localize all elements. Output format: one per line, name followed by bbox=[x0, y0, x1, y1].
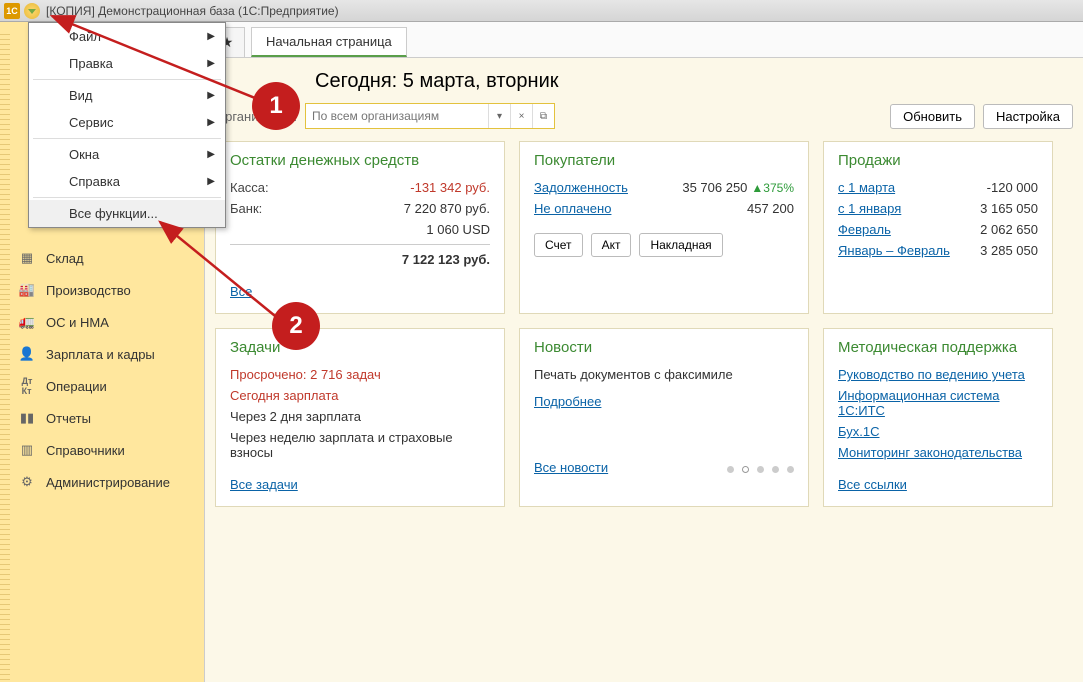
submenu-arrow-icon: ▶ bbox=[207, 176, 215, 187]
combo-open-icon[interactable]: ⧉ bbox=[532, 104, 554, 128]
sidebar-item-warehouse[interactable]: ▦Склад bbox=[0, 242, 204, 274]
operations-icon: ДтКт bbox=[18, 378, 36, 394]
organization-input[interactable] bbox=[306, 104, 488, 128]
card-balances: Остатки денежных средств Касса:-131 342 … bbox=[215, 141, 505, 314]
menu-view[interactable]: Вид▶ bbox=[29, 82, 225, 109]
method-its-link[interactable]: Информационная система 1С:ИТС bbox=[838, 388, 1038, 418]
schet-button[interactable]: Счет bbox=[534, 233, 583, 257]
person-icon: 👤 bbox=[18, 346, 36, 362]
news-pager-dots[interactable] bbox=[727, 466, 794, 473]
sales-feb-link[interactable]: Февраль bbox=[838, 222, 891, 237]
combo-clear-icon[interactable]: × bbox=[510, 104, 532, 128]
card-method-support: Методическая поддержка Руководство по ве… bbox=[823, 328, 1053, 507]
menu-edit[interactable]: Правка▶ bbox=[29, 50, 225, 77]
menu-help[interactable]: Справка▶ bbox=[29, 168, 225, 195]
sales-jan-feb-link[interactable]: Январь – Февраль bbox=[838, 243, 950, 258]
organization-combo[interactable]: ▾ × ⧉ bbox=[305, 103, 555, 129]
content-area: Сегодня: 5 марта, вторник Организация: ▾… bbox=[205, 58, 1083, 682]
sidebar-item-assets[interactable]: 🚛ОС и НМА bbox=[0, 306, 204, 338]
card-balances-title: Остатки денежных средств bbox=[230, 152, 490, 169]
card-tasks-title: Задачи bbox=[230, 339, 490, 356]
sales-from-jan1-link[interactable]: с 1 января bbox=[838, 201, 901, 216]
submenu-arrow-icon: ▶ bbox=[207, 31, 215, 42]
card-buyers-title: Покупатели bbox=[534, 152, 794, 169]
sidebar-item-salary[interactable]: 👤Зарплата и кадры bbox=[0, 338, 204, 370]
sidebar-grip bbox=[0, 30, 10, 682]
truck-icon: 🚛 bbox=[18, 314, 36, 330]
tasks-overdue: Просрочено: 2 716 задач bbox=[230, 367, 381, 382]
books-icon: ▥ bbox=[18, 442, 36, 458]
card-sales-title: Продажи bbox=[838, 152, 1038, 169]
tab-start-page[interactable]: Начальная страница bbox=[251, 27, 407, 57]
tasks-in2days: Через 2 дня зарплата bbox=[230, 409, 361, 424]
nakladnaya-button[interactable]: Накладная bbox=[639, 233, 722, 257]
menu-separator bbox=[33, 79, 221, 80]
app-icon-1c: 1C bbox=[4, 3, 20, 19]
balances-all-link[interactable]: Все bbox=[230, 284, 252, 299]
tabbar: ★ Начальная страница bbox=[205, 22, 1083, 58]
menu-all-functions[interactable]: Все функции... bbox=[29, 200, 225, 227]
menu-file[interactable]: Файл▶ bbox=[29, 23, 225, 50]
main-menu-dropdown: Файл▶ Правка▶ Вид▶ Сервис▶ Окна▶ Справка… bbox=[28, 22, 226, 228]
method-all-link[interactable]: Все ссылки bbox=[838, 477, 907, 492]
card-method-title: Методическая поддержка bbox=[838, 339, 1038, 356]
delta-up-badge: ▲375% bbox=[751, 181, 794, 195]
refresh-button[interactable]: Обновить bbox=[890, 104, 975, 129]
annotation-2: 2 bbox=[272, 302, 320, 350]
buyers-unpaid-link[interactable]: Не оплачено bbox=[534, 201, 611, 216]
sidebar-item-production[interactable]: 🏭Производство bbox=[0, 274, 204, 306]
tasks-all-link[interactable]: Все задачи bbox=[230, 477, 298, 492]
news-line: Печать документов с факсимиле bbox=[534, 367, 733, 382]
warehouse-icon: ▦ bbox=[18, 250, 36, 266]
akt-button[interactable]: Акт bbox=[591, 233, 632, 257]
buyers-debt-link[interactable]: Задолженность bbox=[534, 180, 628, 195]
today-heading: Сегодня: 5 марта, вторник bbox=[315, 70, 559, 93]
annotation-1: 1 bbox=[252, 82, 300, 130]
gear-icon: ⚙ bbox=[18, 474, 36, 490]
card-buyers: Покупатели Задолженность35 706 250▲375% … bbox=[519, 141, 809, 314]
sidebar-item-admin[interactable]: ⚙Администрирование bbox=[0, 466, 204, 498]
settings-button[interactable]: Настройка bbox=[983, 104, 1073, 129]
tasks-today-salary: Сегодня зарплата bbox=[230, 388, 338, 403]
window-title: [КОПИЯ] Демонстрационная база (1С:Предпр… bbox=[46, 4, 339, 18]
submenu-arrow-icon: ▶ bbox=[207, 117, 215, 128]
combo-dropdown-icon[interactable]: ▾ bbox=[488, 104, 510, 128]
production-icon: 🏭 bbox=[18, 282, 36, 298]
submenu-arrow-icon: ▶ bbox=[207, 149, 215, 160]
method-buh1c-link[interactable]: Бух.1С bbox=[838, 424, 879, 439]
sidebar-item-reports[interactable]: ▮▮Отчеты bbox=[0, 402, 204, 434]
card-news: Новости Печать документов с факсимиле По… bbox=[519, 328, 809, 507]
news-all-link[interactable]: Все новости bbox=[534, 460, 608, 475]
tasks-week: Через неделю зарплата и страховые взносы bbox=[230, 430, 490, 460]
news-more-link[interactable]: Подробнее bbox=[534, 394, 601, 409]
main-menu-dropdown-button[interactable] bbox=[24, 3, 40, 19]
card-news-title: Новости bbox=[534, 339, 794, 356]
menu-windows[interactable]: Окна▶ bbox=[29, 141, 225, 168]
chart-icon: ▮▮ bbox=[18, 410, 36, 426]
sales-from-mar1-link[interactable]: с 1 марта bbox=[838, 180, 895, 195]
submenu-arrow-icon: ▶ bbox=[207, 90, 215, 101]
menu-separator bbox=[33, 138, 221, 139]
method-guide-link[interactable]: Руководство по ведению учета bbox=[838, 367, 1025, 382]
sidebar-item-operations[interactable]: ДтКтОперации bbox=[0, 370, 204, 402]
submenu-arrow-icon: ▶ bbox=[207, 58, 215, 69]
card-sales: Продажи с 1 марта-120 000 с 1 января3 16… bbox=[823, 141, 1053, 314]
card-tasks: Задачи Просрочено: 2 716 задач Сегодня з… bbox=[215, 328, 505, 507]
menu-separator bbox=[33, 197, 221, 198]
method-monitoring-link[interactable]: Мониторинг законодательства bbox=[838, 445, 1022, 460]
sidebar-item-directories[interactable]: ▥Справочники bbox=[0, 434, 204, 466]
window-titlebar: 1C [КОПИЯ] Демонстрационная база (1С:Пре… bbox=[0, 0, 1083, 22]
menu-service[interactable]: Сервис▶ bbox=[29, 109, 225, 136]
